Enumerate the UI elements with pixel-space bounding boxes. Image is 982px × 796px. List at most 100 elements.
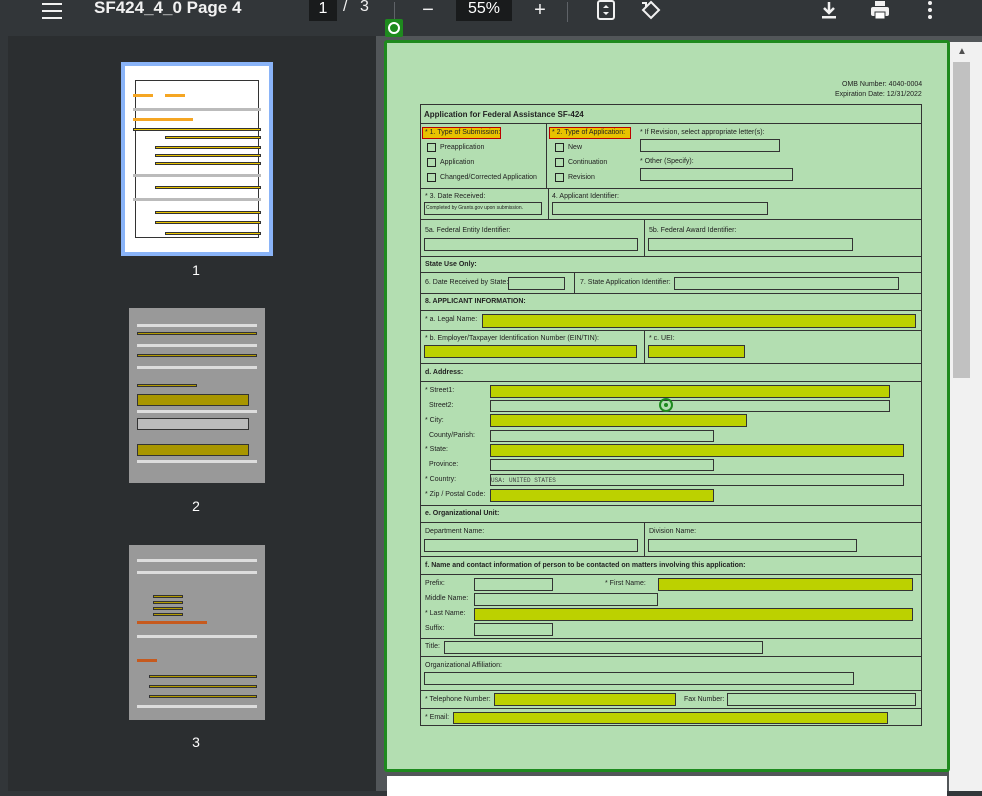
date-received-value: Completed by Grants.gov upon submission.: [426, 205, 523, 211]
preapplication-checkbox[interactable]: [427, 143, 436, 152]
state-app-id-label: 7. State Application Identifier:: [580, 279, 671, 286]
last-name-field[interactable]: [474, 608, 913, 621]
divider: [420, 188, 922, 189]
state-use-label: State Use Only:: [425, 261, 477, 268]
address-label: d. Address:: [425, 369, 464, 376]
federal-award-field[interactable]: [648, 238, 853, 251]
country-value: USA: UNITED STATES: [491, 477, 556, 484]
prefix-field[interactable]: [474, 578, 553, 591]
divider: [548, 189, 549, 219]
street2-field[interactable]: [490, 400, 890, 412]
new-label: New: [568, 144, 583, 151]
dept-name-field[interactable]: [424, 539, 638, 552]
new-checkbox[interactable]: [555, 143, 564, 152]
divider: [420, 293, 922, 294]
continuation-label: Continuation: [568, 159, 608, 166]
page-separator: /: [343, 0, 348, 15]
thumbnail-page-2[interactable]: [129, 308, 265, 483]
thumbnail-page-3[interactable]: [129, 545, 265, 720]
divider: [644, 220, 645, 256]
thumbnail-label-1: 1: [192, 262, 200, 278]
other-specify-field[interactable]: [640, 168, 793, 181]
divider: [420, 638, 922, 639]
email-field[interactable]: [453, 712, 888, 724]
download-icon[interactable]: [815, 0, 843, 24]
city-field[interactable]: [490, 414, 747, 427]
zoom-in-icon[interactable]: +: [526, 0, 554, 24]
title-field[interactable]: [444, 641, 763, 654]
state-field[interactable]: [490, 444, 904, 457]
zoom-out-icon[interactable]: −: [414, 0, 442, 24]
more-icon[interactable]: [916, 0, 944, 24]
current-page-input[interactable]: 1: [309, 0, 337, 21]
divider: [420, 708, 922, 709]
divider: [420, 381, 922, 382]
state-label: * State:: [425, 446, 448, 453]
revision-label: Revision: [568, 174, 595, 181]
preapplication-label: Preapplication: [440, 144, 485, 151]
omb-number: OMB Number: 4040-0004: [842, 81, 923, 88]
zip-field[interactable]: [490, 489, 714, 502]
divider: [420, 574, 922, 575]
divider: [546, 124, 547, 188]
province-field[interactable]: [490, 459, 714, 471]
rotate-icon[interactable]: [637, 0, 665, 24]
first-name-label: * First Name:: [605, 580, 646, 587]
federal-entity-label: 5a. Federal Entity Identifier:: [425, 227, 511, 234]
fax-field[interactable]: [727, 693, 916, 706]
divider: [420, 272, 922, 273]
first-name-field[interactable]: [658, 578, 913, 591]
total-pages: 3: [360, 0, 369, 15]
other-specify-label: * Other (Specify):: [640, 158, 694, 165]
revision-letter-label: * If Revision, select appropriate letter…: [640, 129, 765, 136]
federal-entity-field[interactable]: [424, 238, 638, 251]
telephone-field[interactable]: [494, 693, 676, 706]
county-field[interactable]: [490, 430, 714, 442]
anchor-icon[interactable]: [385, 19, 403, 37]
fit-page-icon[interactable]: [592, 0, 620, 24]
thumbnail-label-2: 2: [192, 498, 200, 514]
state-app-id-field[interactable]: [674, 277, 899, 290]
ein-field[interactable]: [424, 345, 637, 358]
menu-icon[interactable]: [40, 1, 64, 21]
changed-application-label: Changed/Corrected Application: [440, 174, 537, 181]
uei-field[interactable]: [648, 345, 745, 358]
divider: [420, 556, 922, 557]
suffix-label: Suffix:: [425, 625, 445, 632]
contact-info-label: f. Name and contact information of perso…: [425, 562, 746, 569]
divider: [420, 505, 922, 506]
application-checkbox[interactable]: [427, 158, 436, 167]
application-label: Application: [440, 159, 475, 166]
revision-checkbox[interactable]: [555, 173, 564, 182]
uei-label: * c. UEI:: [649, 335, 675, 342]
date-received-state-field[interactable]: [508, 277, 565, 290]
title-label: Title:: [425, 643, 440, 650]
form-title: Application for Federal Assistance SF-42…: [424, 110, 584, 119]
zoom-level-input[interactable]: 55%: [456, 0, 512, 21]
suffix-field[interactable]: [474, 623, 553, 636]
thumbnail-label-3: 3: [192, 734, 200, 750]
province-label: Province:: [429, 461, 459, 468]
document-title: SF424_4_0 Page 4: [94, 0, 242, 17]
pdf-toolbar: SF424_4_0 Page 4 1 / 3 − 55% +: [0, 0, 982, 34]
org-affiliation-field[interactable]: [424, 672, 854, 685]
revision-letter-field[interactable]: [640, 139, 780, 152]
middle-name-field[interactable]: [474, 593, 658, 606]
scroll-up-arrow-icon[interactable]: ▲: [953, 46, 971, 60]
divider: [420, 363, 922, 364]
applicant-identifier-field[interactable]: [552, 202, 768, 215]
toolbar-divider: [567, 2, 568, 22]
thumbnail-sidebar: 1 2 3: [8, 36, 376, 791]
street1-field[interactable]: [490, 385, 890, 398]
divider: [420, 219, 922, 220]
street1-label: * Street1:: [425, 387, 455, 394]
street2-label: Street2:: [429, 402, 454, 409]
division-name-field[interactable]: [648, 539, 857, 552]
legal-name-field[interactable]: [482, 314, 916, 328]
thumbnail-page-1[interactable]: [121, 62, 273, 256]
continuation-checkbox[interactable]: [555, 158, 564, 167]
print-icon[interactable]: [866, 0, 894, 24]
changed-application-checkbox[interactable]: [427, 173, 436, 182]
scrollbar-thumb[interactable]: [953, 62, 970, 378]
divider: [420, 310, 922, 311]
